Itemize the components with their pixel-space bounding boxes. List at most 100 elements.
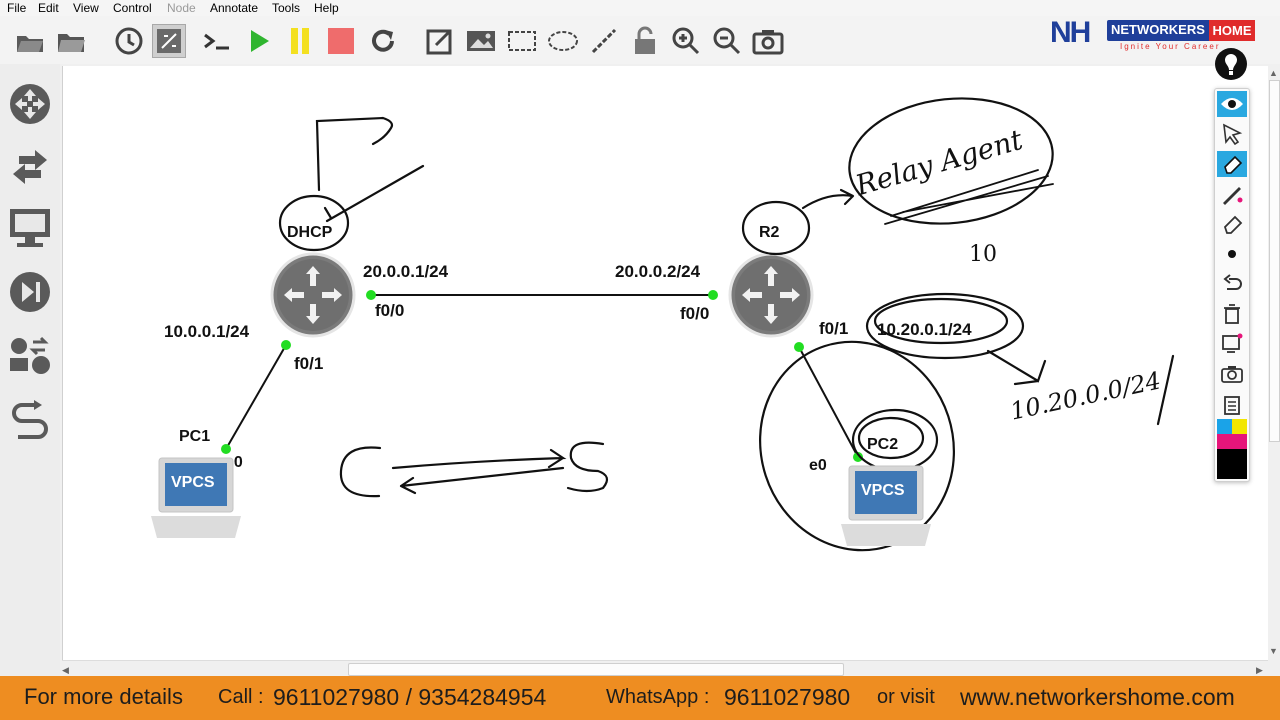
scroll-down-arrow-icon[interactable]: ▼ [1269,646,1278,656]
arrow-to-network [986,349,1047,386]
port-dot-pc1-e0 [221,444,231,454]
browse-security-icon[interactable] [6,268,54,316]
topology-canvas[interactable]: DHCP R2 20.0.0.1/24 f0/0 10.0.0.1/24 f0/… [62,66,1269,660]
horizontal-scrollbar[interactable]: ◀ ▶ [62,660,1268,677]
draw-line-icon[interactable] [587,24,621,58]
stop-icon[interactable] [324,24,358,58]
menu-file[interactable]: File [7,1,26,15]
trash-icon[interactable] [1217,301,1247,327]
insert-picture-icon[interactable] [464,24,498,58]
dhcp-wan-port-label: f0/0 [375,301,405,320]
lock-icon[interactable] [628,24,662,58]
color-swatch-blue[interactable] [1217,419,1232,434]
menu-view[interactable]: View [73,1,99,15]
browse-end-devices-icon[interactable] [6,204,54,252]
dhcp-lan-port-label: f0/1 [294,354,324,373]
dot-icon[interactable] [1217,241,1247,267]
footer-visit-label: or visit [877,686,935,708]
device-toolbar [0,64,60,676]
router-dhcp-icon[interactable] [270,252,356,338]
topology-links [221,97,1175,552]
zoom-out-icon[interactable] [710,24,744,58]
scroll-up-arrow-icon[interactable]: ▲ [1269,68,1278,78]
pc1-label: PC1 [179,428,211,445]
browse-routers-icon[interactable] [6,80,54,128]
pc1-vpcs-icon[interactable]: VPCS [149,454,245,544]
camera-icon[interactable] [1217,361,1247,387]
annotation-palette [1214,88,1250,482]
color-swatch-magenta[interactable] [1217,434,1247,449]
pc2-port-label: e0 [809,457,827,474]
console-icon[interactable] [200,24,234,58]
footer-website[interactable]: www.networkershome.com [960,684,1235,711]
menu-help[interactable]: Help [314,1,339,15]
show-interface-labels-icon[interactable] [152,24,186,58]
router-r2-icon[interactable] [728,252,814,338]
menu-tools[interactable]: Tools [272,1,300,15]
color-swatch-black[interactable] [1217,449,1247,479]
reload-icon[interactable] [366,24,400,58]
browse-all-devices-icon[interactable] [6,332,54,380]
color-swatches [1217,419,1247,479]
ten-annotation: 10 [969,242,997,267]
menu-node[interactable]: Node [167,1,196,15]
footer-whatsapp-label: WhatsApp : [606,686,710,708]
eraser-active-icon[interactable] [1217,151,1247,177]
eye-icon[interactable] [1217,91,1247,117]
pc2-vpcs-icon[interactable]: VPCS [839,462,935,552]
pause-icon[interactable] [283,24,317,58]
draw-rectangle-icon[interactable] [505,24,539,58]
pen-annotations [278,97,1175,552]
snapshot-clock-icon[interactable] [112,24,146,58]
promo-footer: For more details Call : 9611027980 / 935… [0,676,1280,720]
link-r2-pc2[interactable] [798,346,859,458]
draw-ellipse-icon[interactable] [546,24,580,58]
start-icon[interactable] [242,24,276,58]
r2-wan-port-label: f0/0 [680,304,710,323]
r2-lan-ip-label: 10.20.0.1/24 [877,320,972,339]
brand-name: NETWORKERS [1111,22,1205,37]
horizontal-scroll-thumb[interactable] [348,663,844,676]
scroll-left-arrow-icon[interactable]: ◀ [62,665,69,676]
add-note-icon[interactable] [423,24,457,58]
footer-details-text: For more details [24,684,183,709]
menu-annotate[interactable]: Annotate [210,1,258,15]
vertical-scroll-thumb[interactable] [1269,80,1280,442]
arrow-c-to-s [391,448,567,470]
vertical-scrollbar[interactable]: ▲ ▼ [1268,66,1280,660]
tick-stroke [325,164,425,223]
browse-switches-icon[interactable] [6,142,54,190]
arrow-to-relay [801,188,855,210]
pc2-label: PC2 [867,436,899,453]
menu-control[interactable]: Control [113,1,152,15]
cursor-icon[interactable] [1217,121,1247,147]
pen-icon[interactable] [1217,181,1247,207]
color-swatch-yellow[interactable] [1232,419,1247,434]
open-folder-icon[interactable] [54,24,88,58]
port-dot-dhcp-f01 [281,340,291,350]
screenshot-icon[interactable] [751,24,785,58]
link-dhcp-pc1[interactable] [225,344,287,450]
menu-bar: File Edit View Control Node Annotate Too… [0,0,1280,16]
brand-logo-mark: NH [1050,16,1091,49]
scroll-right-arrow-icon[interactable]: ▶ [1256,665,1263,676]
clipboard-icon[interactable] [1217,391,1247,417]
footer-call-numbers: 9611027980 / 9354284954 [273,684,547,710]
brand-name-highlight: HOME [1209,20,1255,41]
r2-wan-ip-label: 20.0.0.2/24 [615,262,701,281]
add-link-icon[interactable] [6,398,54,446]
port-dot-dhcp-f00 [366,290,376,300]
screen-capture-icon[interactable] [1217,331,1247,357]
pc1-vpcs-badge: VPCS [171,474,215,491]
menu-edit[interactable]: Edit [38,1,59,15]
eraser-icon[interactable] [1217,211,1247,237]
open-project-icon[interactable] [13,24,47,58]
r2-lan-port-label: f0/1 [819,319,849,338]
router-dhcp-label: DHCP [287,224,333,241]
zoom-in-icon[interactable] [669,24,703,58]
pc2-vpcs-badge: VPCS [861,482,905,499]
footer-call-label: Call : [218,686,264,708]
undo-icon[interactable] [1217,271,1247,297]
client-c [339,446,382,498]
pen-tool-toggle-icon[interactable] [1215,48,1247,80]
